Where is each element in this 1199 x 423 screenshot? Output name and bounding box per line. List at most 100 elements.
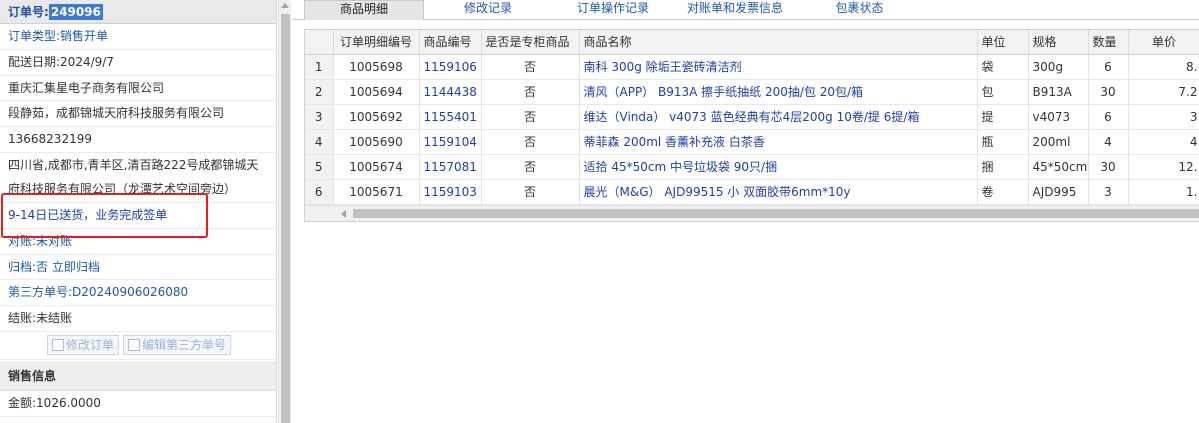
third-party-row: 第三方单号:D20240906026080 (0, 280, 276, 307)
cell-product-name[interactable]: 维达（Vinda） v4073 蓝色经典有芯4层200g 10卷/提 6提/箱 (579, 104, 978, 130)
col-header-index (305, 30, 334, 55)
cell-detail-id: 1005694 (333, 79, 420, 105)
detail-panel: 商品明细 修改记录 订单操作记录 对账单和发票信息 包裹状态 订单明细编号 商品… (292, 0, 1199, 423)
cell-spec: AJD995 (1028, 179, 1089, 205)
edit-icon (52, 339, 64, 352)
third-party-number: D20240906026080 (72, 285, 189, 300)
row-index: 3 (305, 104, 334, 130)
order-number-label: 订单号: (8, 5, 49, 19)
cell-detail-id: 1005698 (333, 54, 420, 80)
edit-third-party-button[interactable]: 编辑第三方单号 (123, 335, 232, 356)
cell-unit: 捆 (977, 154, 1029, 180)
cell-spec: B913A (1028, 79, 1089, 105)
cell-unit-price: 4 (1128, 129, 1199, 155)
delivery-date-row: 配送日期:2024/9/7 (0, 50, 276, 76)
cell-quantity: 30 (1088, 79, 1129, 105)
archive-value[interactable]: 否 立即归档 (36, 260, 100, 274)
amount-value: 1026.0000 (36, 395, 101, 410)
col-header-unit[interactable]: 单位 (977, 30, 1029, 55)
amount-row: 金额:1026.0000 (0, 391, 276, 417)
scroll-left-icon[interactable] (341, 210, 346, 218)
cell-quantity: 6 (1088, 104, 1129, 130)
table-row[interactable]: 1 1005698 1159106 否南科 300g 除垢王瓷砖清洁剂袋 300g 6 8. (305, 54, 1199, 80)
cell-spec: v4073 (1028, 104, 1089, 130)
table-row[interactable]: 6 1005671 1159103 否晨光（M&G） AJD99515 小 双面胶带6… (305, 179, 1199, 205)
cell-counter-product: 否 (481, 54, 580, 80)
scroll-up-icon[interactable] (281, 3, 289, 8)
cell-product-id[interactable]: 1144438 (419, 79, 482, 105)
highlight-annotation-box (1, 193, 208, 238)
cell-detail-id: 1005692 (333, 104, 420, 130)
cell-detail-id: 1005674 (333, 154, 420, 180)
detail-tabs: 商品明细 修改记录 订单操作记录 对账单和发票信息 包裹状态 (292, 0, 1199, 20)
col-header-counter-product[interactable]: 是否是专柜商品 (481, 30, 580, 55)
cell-product-id[interactable]: 1155401 (419, 104, 482, 130)
horizontal-scrollbar-thumb[interactable] (353, 209, 1199, 218)
cell-unit: 袋 (977, 54, 1029, 80)
cell-counter-product: 否 (481, 154, 580, 180)
company-name: 重庆汇集星电子商务有限公司 (8, 80, 165, 95)
tab-product-details[interactable]: 商品明细 (304, 0, 424, 20)
phone-row: 13668232199 (0, 127, 276, 153)
modify-order-button[interactable]: 修改订单 (47, 335, 120, 356)
phone-number: 13668232199 (8, 132, 92, 147)
tab-statement-invoice[interactable]: 对账单和发票信息 (675, 0, 795, 20)
third-party-label: 第三方单号: (8, 285, 73, 300)
order-info-panel: 订单号: 249096 订单类型:销售开单 配送日期:2024/9/7 重庆汇集星… (0, 0, 277, 423)
cell-product-name[interactable]: 晨光（M&G） AJD99515 小 双面胶带6mm*10y (579, 179, 978, 205)
table-row[interactable]: 4 1005690 1159104 否蒂菲森 200ml 香薰补充液 白茶香瓶 200m… (305, 129, 1199, 155)
tab-modification-log[interactable]: 修改记录 (438, 0, 538, 20)
cell-detail-id: 1005671 (333, 179, 420, 205)
cell-product-id[interactable]: 1159106 (419, 54, 482, 80)
cell-product-id[interactable]: 1157081 (419, 154, 482, 180)
cell-unit: 瓶 (977, 129, 1029, 155)
cell-counter-product: 否 (481, 179, 580, 205)
cell-quantity: 3 (1088, 179, 1129, 205)
cell-product-name[interactable]: 南科 300g 除垢王瓷砖清洁剂 (579, 54, 978, 80)
delivery-address: 四川省,成都市,青羊区,清百路222号成都锦城天府科技服务有限公司（龙潭艺术空间… (8, 157, 259, 196)
cell-unit-price: 1. (1128, 179, 1199, 205)
delivery-date-label: 配送日期: (8, 54, 61, 69)
row-index: 1 (305, 54, 334, 80)
col-header-quantity[interactable]: 数量 (1088, 30, 1129, 55)
table-row[interactable]: 2 1005694 1144438 否清风（APP） B913A 擦手纸抽纸 200抽… (305, 79, 1199, 105)
tab-operation-log[interactable]: 订单操作记录 (558, 0, 668, 20)
cell-spec: 200ml (1028, 129, 1089, 155)
col-header-detail-id[interactable]: 订单明细编号 (333, 30, 420, 55)
col-header-product-name[interactable]: 商品名称 (579, 30, 978, 55)
order-number-header: 订单号: 249096 (0, 0, 276, 24)
cell-quantity: 6 (1088, 54, 1129, 80)
table-row[interactable]: 5 1005674 1157081 否适拾 45*50cm 中号垃圾袋 90只/捆捆 4… (305, 154, 1199, 180)
cell-spec: 300g (1028, 54, 1089, 80)
table-horizontal-scrollbar[interactable] (305, 205, 1199, 221)
cell-unit: 提 (977, 104, 1029, 130)
cell-product-id[interactable]: 1159104 (419, 129, 482, 155)
cell-unit-price: 7.2 (1128, 79, 1199, 105)
edit-third-party-label: 编辑第三方单号 (142, 338, 227, 353)
company-row: 重庆汇集星电子商务有限公司 (0, 76, 276, 102)
delivery-date-value: 2024/9/7 (60, 54, 114, 69)
cell-product-name[interactable]: 适拾 45*50cm 中号垃圾袋 90只/捆 (579, 154, 978, 180)
col-header-spec[interactable]: 规格 (1028, 30, 1089, 55)
cell-unit-price: 3 (1128, 104, 1199, 130)
cell-product-name[interactable]: 清风（APP） B913A 擦手纸抽纸 200抽/包 20包/箱 (579, 79, 978, 105)
scrollbar-thumb[interactable] (281, 14, 290, 423)
col-header-product-id[interactable]: 商品编号 (419, 30, 482, 55)
left-panel-scrollbar[interactable] (278, 0, 291, 423)
settlement-value: 未结账 (36, 311, 73, 326)
cell-product-id[interactable]: 1159103 (419, 179, 482, 205)
tab-package-status[interactable]: 包裹状态 (822, 0, 897, 20)
row-index: 2 (305, 79, 334, 105)
order-number-value[interactable]: 249096 (48, 4, 103, 20)
table-row[interactable]: 3 1005692 1155401 否维达（Vinda） v4073 蓝色经典有芯4层… (305, 104, 1199, 130)
edit-icon (128, 339, 141, 352)
archive-row: 归档:否 立即归档 (0, 255, 276, 281)
cell-unit-price: 12. (1128, 154, 1199, 180)
order-type-value: 销售开单 (60, 29, 109, 43)
col-header-unit-price[interactable]: 单价 (1128, 30, 1199, 55)
row-index: 6 (305, 179, 334, 205)
cell-product-name[interactable]: 蒂菲森 200ml 香薰补充液 白茶香 (579, 129, 978, 155)
contact-name: 段静茹，成都锦城天府科技服务有限公司 (8, 106, 225, 121)
sales-info-title: 销售信息 (0, 360, 276, 391)
cell-detail-id: 1005690 (333, 129, 420, 155)
